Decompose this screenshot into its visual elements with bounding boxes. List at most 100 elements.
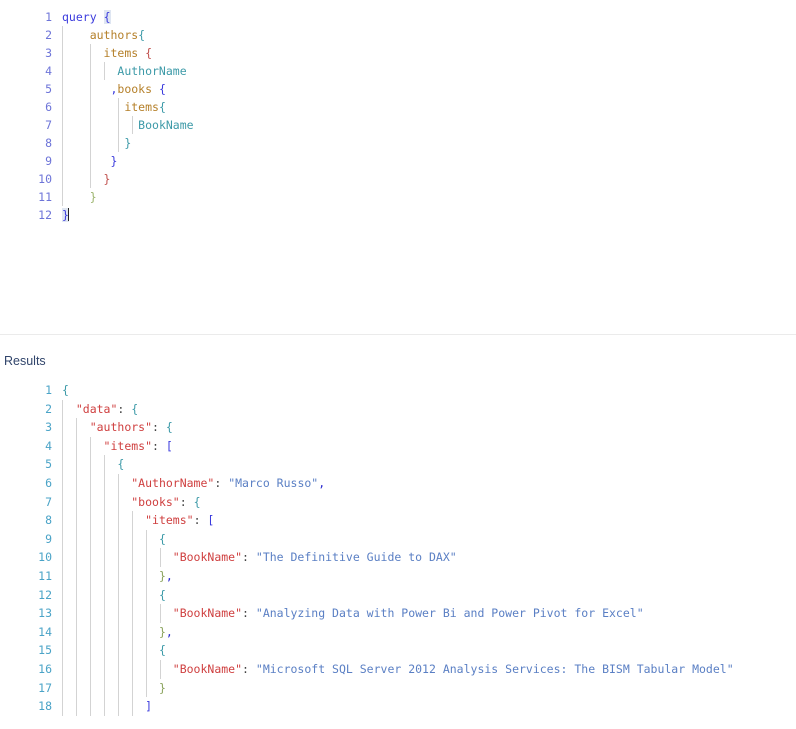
code-line[interactable]: 2 authors{: [0, 26, 796, 44]
results-json-viewer[interactable]: 1{2 "data": {3 "authors": {4 "items": [5…: [0, 381, 796, 716]
json-key: "items": [145, 513, 194, 528]
json-comma: ,: [165, 624, 173, 639]
indent-guides: [62, 80, 796, 98]
code-text[interactable]: AuthorName: [62, 62, 796, 80]
line-number: 6: [45, 475, 52, 490]
result-text[interactable]: },: [62, 622, 796, 642]
result-text[interactable]: "authors": {: [62, 418, 796, 437]
code-text[interactable]: items{: [62, 98, 796, 116]
result-line[interactable]: 5 {: [0, 455, 796, 474]
json-string-value: "Microsoft SQL Server 2012 Analysis Serv…: [255, 661, 734, 676]
token-close-brace: }: [89, 190, 97, 204]
result-text[interactable]: }: [62, 678, 796, 698]
code-line[interactable]: 4 AuthorName: [0, 62, 796, 80]
result-line[interactable]: 4 "items": [: [0, 436, 796, 456]
code-line[interactable]: 12 }: [0, 206, 796, 224]
code-line[interactable]: 6 items{: [0, 98, 796, 116]
json-open-bracket: [: [207, 513, 215, 528]
result-line[interactable]: 16 "BookName": "Microsoft SQL Server 201…: [0, 659, 796, 679]
result-line[interactable]: 6 "AuthorName": "Marco Russo",: [0, 473, 796, 493]
json-separator: :: [152, 420, 166, 435]
result-line[interactable]: 15 {: [0, 641, 796, 660]
code-line[interactable]: 3 items {: [0, 44, 796, 62]
json-close-bracket: }: [158, 680, 166, 695]
result-text[interactable]: "AuthorName": "Marco Russo",: [62, 473, 796, 493]
result-text[interactable]: "items": [: [62, 511, 796, 530]
result-text[interactable]: "items": [: [62, 436, 796, 456]
result-line[interactable]: 3 "authors": {: [0, 418, 796, 437]
result-text[interactable]: {: [62, 641, 796, 660]
result-line[interactable]: 2 "data": {: [0, 399, 796, 419]
token-close-brace: }: [103, 172, 111, 186]
result-line[interactable]: 13 "BookName": "Analyzing Data with Powe…: [0, 604, 796, 623]
result-line[interactable]: 9 {: [0, 529, 796, 549]
indent-guides: [62, 529, 796, 549]
indent-guides: [62, 641, 796, 660]
code-text[interactable]: }: [62, 152, 796, 170]
code-line[interactable]: 5 ,books {: [0, 80, 796, 98]
code-line[interactable]: 7 BookName: [0, 116, 796, 134]
result-text[interactable]: ]: [62, 697, 796, 716]
line-number: 4: [45, 438, 52, 453]
result-text[interactable]: "data": {: [62, 399, 796, 419]
result-text[interactable]: "BookName": "Analyzing Data with Power B…: [62, 604, 796, 623]
result-line[interactable]: 7 "books": {: [0, 492, 796, 512]
result-text[interactable]: {: [62, 455, 796, 474]
result-text[interactable]: "BookName": "Microsoft SQL Server 2012 A…: [62, 659, 796, 679]
indent-guides: [62, 585, 796, 605]
code-line[interactable]: 11 }: [0, 188, 796, 206]
line-number: 9: [45, 531, 52, 546]
graphql-query-editor[interactable]: 1 query { 2 authors{ 3 items { 4 AuthorN…: [0, 0, 796, 334]
code-line[interactable]: 9 }: [0, 152, 796, 170]
result-line[interactable]: 1{: [0, 381, 796, 400]
result-text[interactable]: "BookName": "The Definitive Guide to DAX…: [62, 548, 796, 567]
code-text[interactable]: ,books {: [62, 80, 796, 98]
result-text[interactable]: "books": {: [62, 492, 796, 512]
indent-guides: [62, 26, 796, 44]
indent-guides: [62, 44, 796, 62]
code-text[interactable]: }: [62, 206, 796, 224]
code-text[interactable]: authors{: [62, 26, 796, 44]
code-line[interactable]: 8 }: [0, 134, 796, 152]
indent-guides: [62, 170, 796, 188]
result-text[interactable]: {: [62, 585, 796, 605]
json-string-value: "Marco Russo": [228, 475, 319, 490]
token-field-authors: authors: [89, 28, 139, 42]
json-comma: ,: [318, 475, 326, 490]
code-line[interactable]: 1 query {: [0, 8, 796, 26]
line-number: 11: [38, 568, 52, 583]
json-key: "BookName": [172, 661, 243, 676]
indent-guides: [62, 697, 796, 716]
json-comma: ,: [165, 568, 173, 583]
token-leaf-author-name: AuthorName: [117, 64, 187, 78]
json-string-value: "The Definitive Guide to DAX": [255, 550, 457, 565]
code-text[interactable]: items {: [62, 44, 796, 62]
json-key: "BookName": [172, 550, 243, 565]
code-text[interactable]: }: [62, 188, 796, 206]
code-text[interactable]: }: [62, 134, 796, 152]
result-text[interactable]: {: [62, 381, 796, 400]
result-text[interactable]: },: [62, 566, 796, 586]
result-line[interactable]: 14 },: [0, 622, 796, 642]
code-text[interactable]: BookName: [62, 116, 796, 134]
result-line[interactable]: 11 },: [0, 566, 796, 586]
result-line[interactable]: 18 ]: [0, 697, 796, 716]
result-line[interactable]: 12 {: [0, 585, 796, 605]
result-line[interactable]: 8 "items": [: [0, 511, 796, 530]
result-text[interactable]: {: [62, 529, 796, 549]
json-key: "authors": [89, 420, 153, 435]
result-line[interactable]: 10 "BookName": "The Definitive Guide to …: [0, 548, 796, 567]
result-line[interactable]: 17 }: [0, 678, 796, 698]
code-line[interactable]: 10 }: [0, 170, 796, 188]
code-text[interactable]: }: [62, 170, 796, 188]
line-number: 4: [45, 64, 52, 78]
code-text[interactable]: query {: [62, 8, 796, 26]
